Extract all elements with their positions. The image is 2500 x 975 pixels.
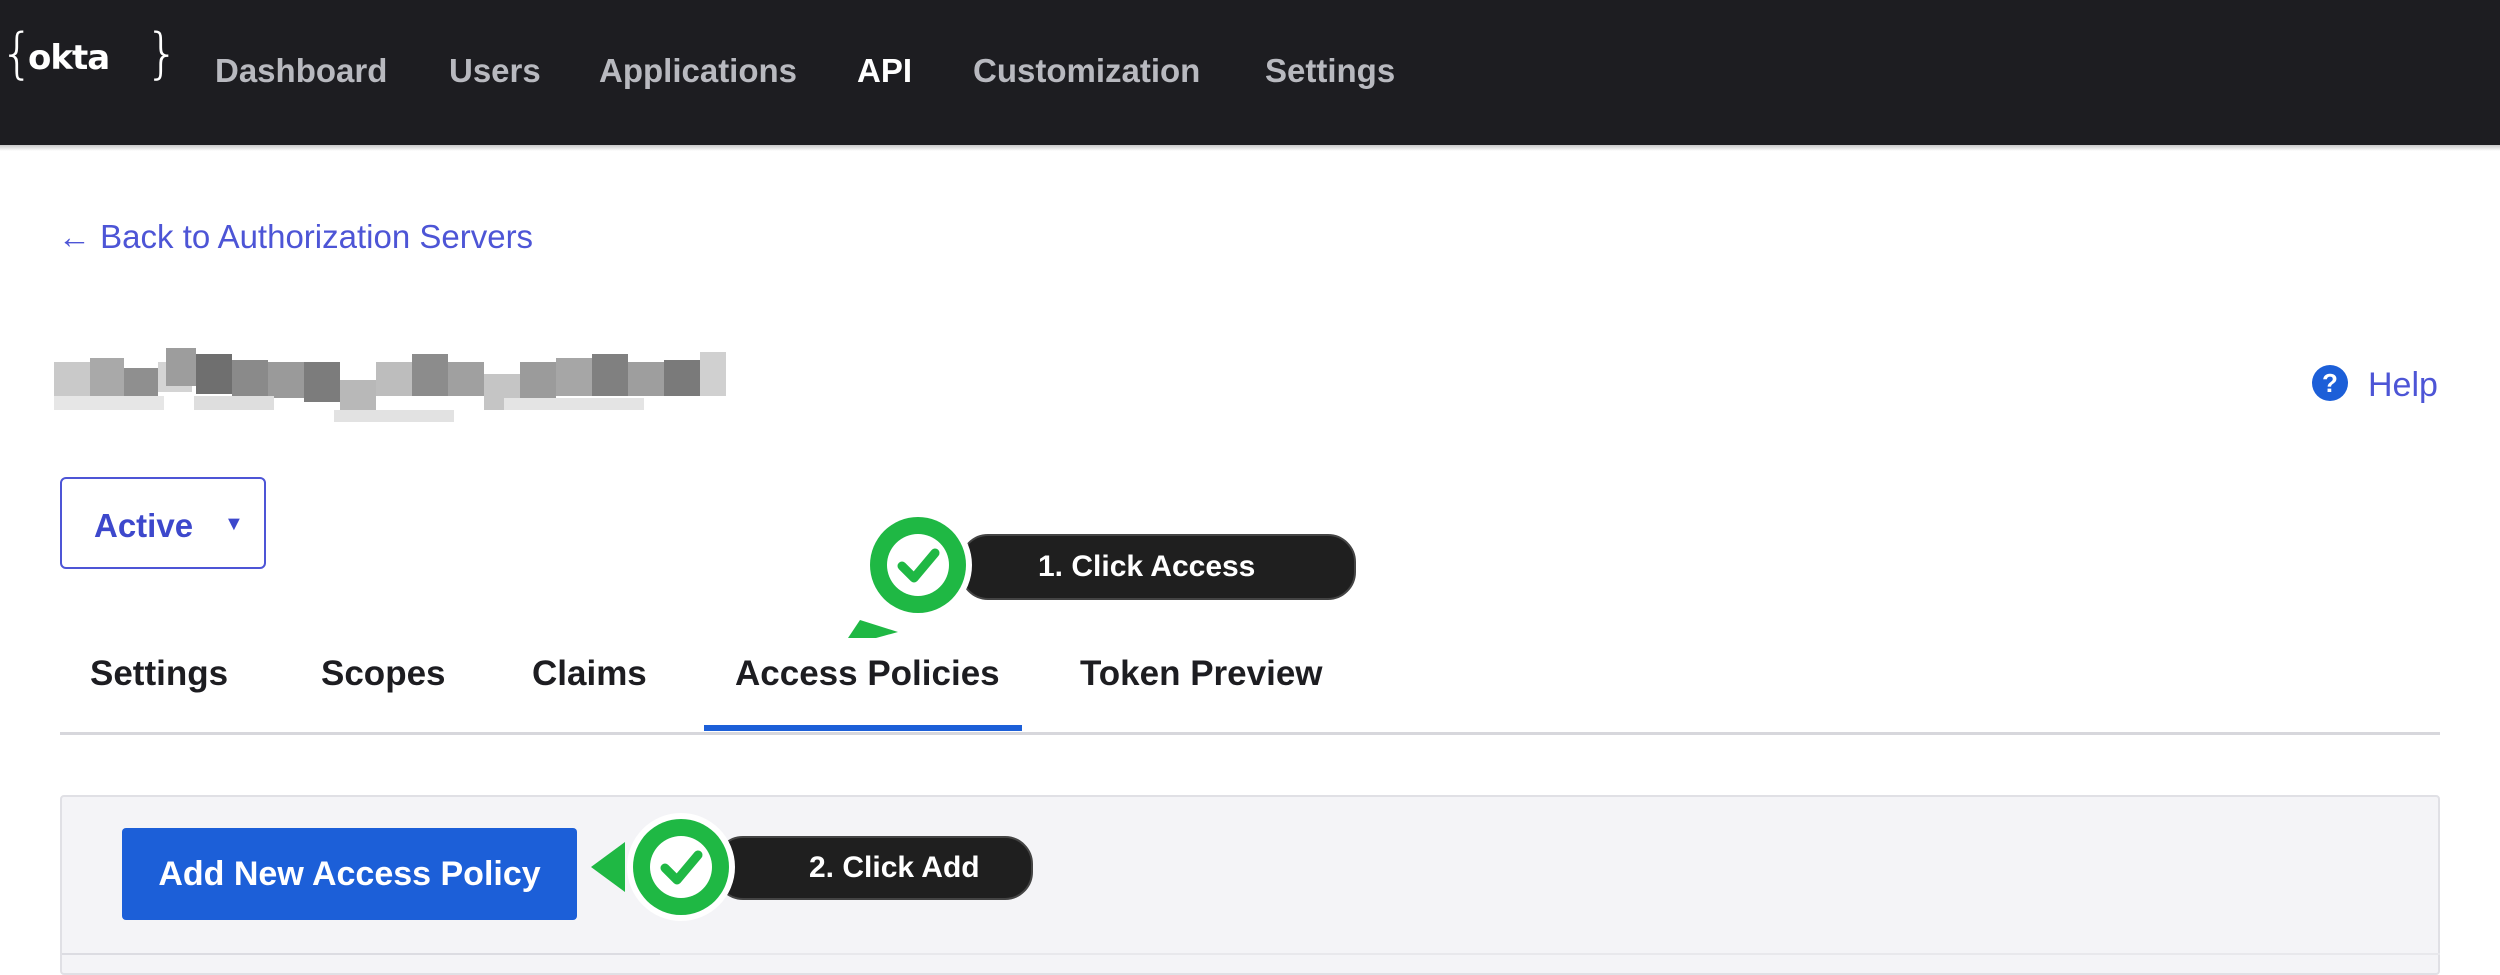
nav-settings[interactable]: Settings xyxy=(1265,52,1395,90)
tab-settings[interactable]: Settings xyxy=(90,654,228,694)
add-new-access-policy-button[interactable]: Add New Access Policy xyxy=(122,828,577,920)
redacted-server-name xyxy=(54,340,726,422)
panel-row-divider-2 xyxy=(660,953,2440,955)
logo-brace-right: } xyxy=(145,22,180,85)
tab-token-preview[interactable]: Token Preview xyxy=(1080,654,1323,694)
status-value: Active xyxy=(94,507,194,544)
panel-row-divider xyxy=(62,953,662,955)
active-tab-indicator xyxy=(704,725,1022,731)
question-circle-icon: ? xyxy=(2312,365,2348,401)
status-dropdown[interactable]: Active ▼ xyxy=(60,477,266,569)
tab-scopes[interactable]: Scopes xyxy=(321,654,446,694)
back-to-authorization-servers-link[interactable]: ← Back to Authorization Servers xyxy=(58,218,533,256)
check-badge-icon xyxy=(848,511,972,638)
logo-wordmark: okta xyxy=(28,38,110,78)
nav-customization[interactable]: Customization xyxy=(973,52,1200,90)
callout-label: 2. Click Add xyxy=(715,836,1033,900)
callout-label: 1. Click Access xyxy=(960,534,1356,600)
nav-users[interactable]: Users xyxy=(449,52,541,90)
nav-dashboard[interactable]: Dashboard xyxy=(215,52,387,90)
tab-claims[interactable]: Claims xyxy=(532,654,647,694)
nav-api[interactable]: API xyxy=(857,52,912,90)
check-badge-icon xyxy=(591,813,735,921)
nav-shadow xyxy=(0,145,2500,151)
nav-applications[interactable]: Applications xyxy=(599,52,797,90)
top-nav: { okta } Dashboard Users Applications AP… xyxy=(0,0,2500,145)
caret-down-icon: ▼ xyxy=(224,513,244,535)
help-label: Help xyxy=(2368,366,2438,404)
tabs-divider xyxy=(60,732,2440,735)
